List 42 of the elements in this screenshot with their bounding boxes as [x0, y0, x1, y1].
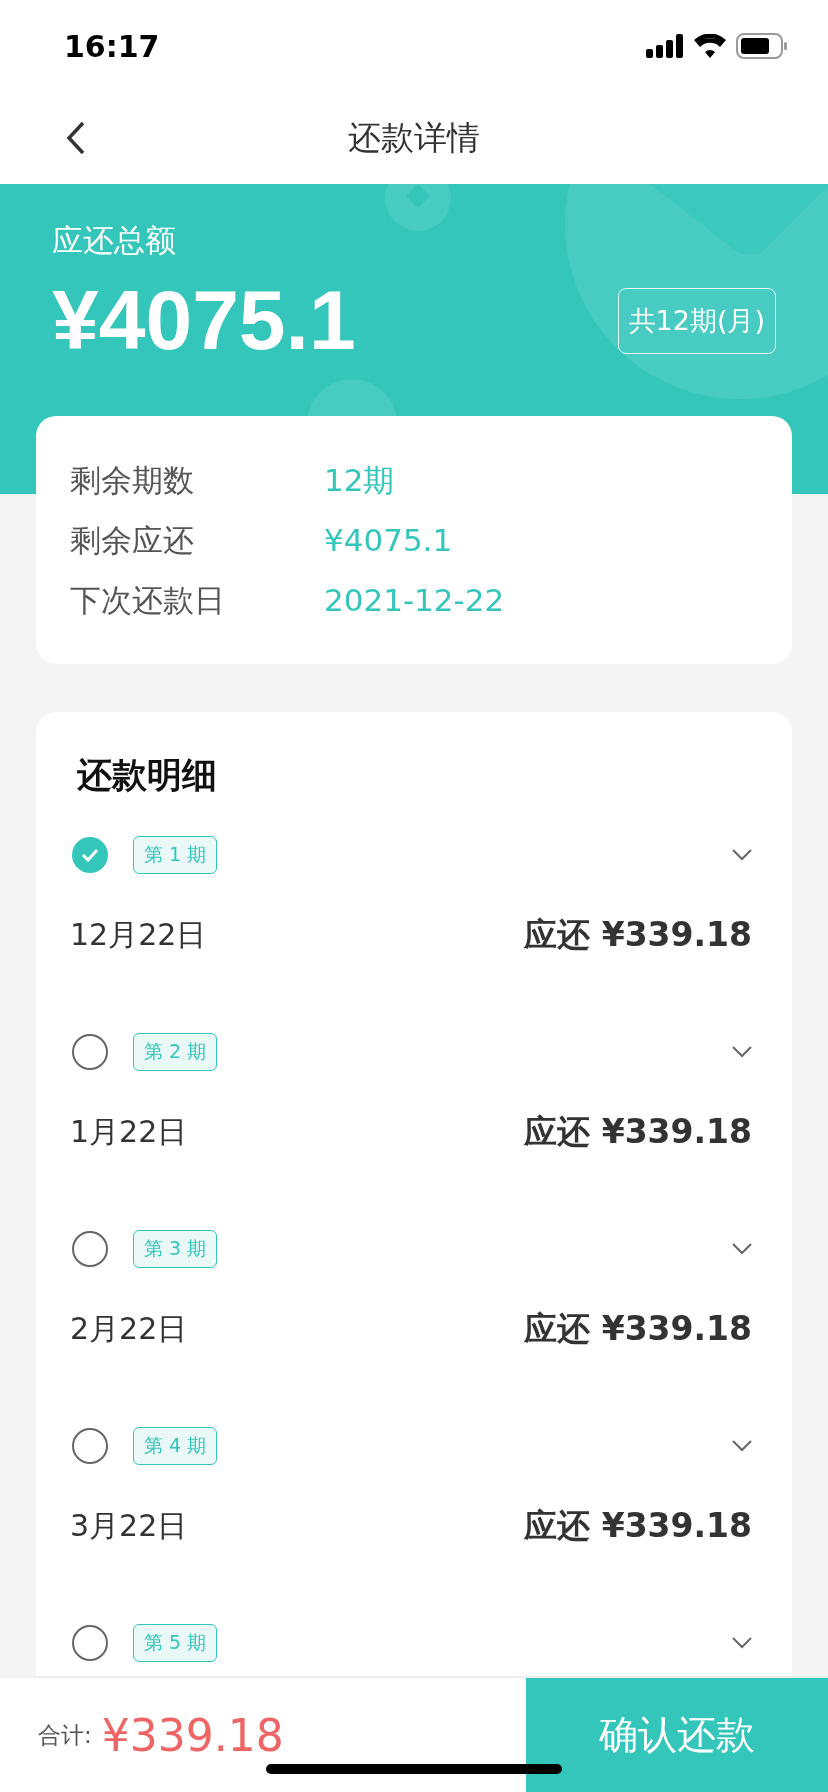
confirm-button[interactable]: 确认还款 [526, 1678, 828, 1792]
chevron-down-icon[interactable] [732, 849, 752, 861]
total-due-label: 应还总额 [52, 221, 177, 260]
summary-value: ¥4075.1 [324, 521, 454, 560]
chevron-down-icon[interactable] [732, 1243, 752, 1255]
battery-icon [736, 33, 788, 59]
status-time: 16:17 [64, 28, 160, 64]
period-tag: 第 1 期 [133, 836, 218, 874]
due-amount: 应还 ¥339.18 [524, 1308, 752, 1350]
section-title: 还款明细 [77, 754, 218, 797]
signal-icon [646, 34, 684, 58]
summary-label: 剩余期数 [70, 461, 195, 500]
chevron-down-icon[interactable] [732, 1440, 752, 1452]
summary-label: 下次还款日 [70, 581, 226, 620]
due-amount: 应还 ¥339.18 [524, 1111, 752, 1153]
checkbox[interactable] [72, 1034, 108, 1070]
summary-value: 12期 [324, 461, 396, 500]
checkbox[interactable] [72, 1231, 108, 1267]
due-amount: 应还 ¥339.18 [524, 914, 752, 956]
total-due-amount: ¥4075.1 [52, 272, 356, 369]
period-tag: 第 2 期 [133, 1033, 218, 1071]
due-amount: 应还 ¥339.18 [524, 1505, 752, 1547]
checkbox[interactable] [72, 837, 108, 873]
summary-label: 剩余应还 [70, 521, 195, 560]
period-tag: 第 3 期 [133, 1230, 218, 1268]
chevron-down-icon[interactable] [732, 1637, 752, 1649]
due-date: 3月22日 [70, 1507, 188, 1545]
total-label: 合计: [38, 1720, 92, 1750]
check-icon [81, 848, 99, 862]
due-date: 2月22日 [70, 1310, 188, 1348]
wifi-icon [694, 34, 726, 58]
due-date: 12月22日 [70, 916, 207, 954]
due-date: 1月22日 [70, 1113, 188, 1151]
checkbox[interactable] [72, 1428, 108, 1464]
term-badge: 共12期(月) [617, 287, 776, 354]
total-amount: ¥339.18 [101, 1709, 284, 1761]
checkbox[interactable] [72, 1625, 108, 1661]
period-tag: 第 5 期 [133, 1624, 218, 1662]
summary-value: 2021-12-22 [324, 581, 506, 620]
period-tag: 第 4 期 [133, 1427, 218, 1465]
page-title: 还款详情 [348, 116, 480, 159]
chevron-down-icon[interactable] [732, 1046, 752, 1058]
